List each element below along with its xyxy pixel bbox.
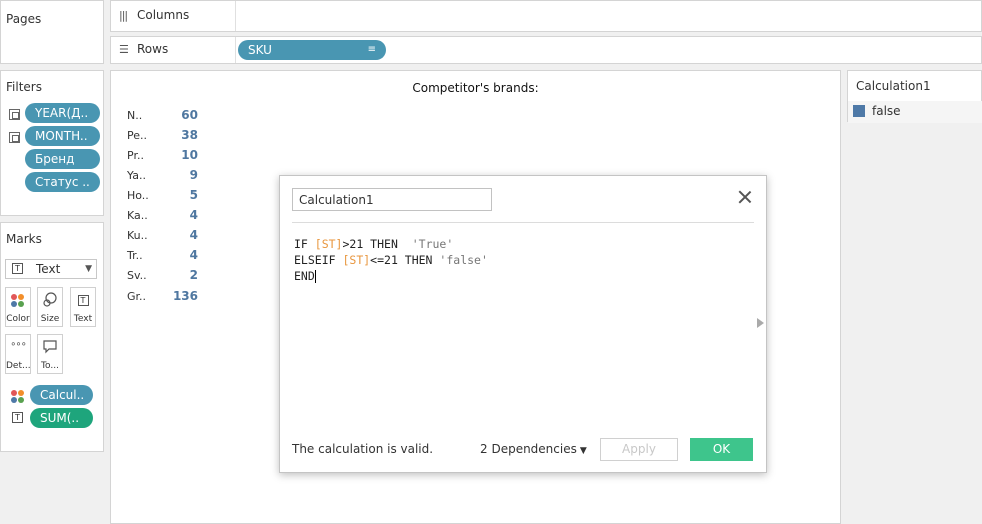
dependencies-dropdown[interactable]: 2 Dependencies ▼ bbox=[480, 442, 587, 456]
rows-shelf-label: ☰ Rows bbox=[119, 42, 169, 56]
row-value[interactable]: 4 bbox=[158, 248, 198, 262]
sort-icon: ≡ bbox=[367, 44, 376, 55]
row-value[interactable]: 10 bbox=[158, 148, 198, 162]
row-value[interactable]: 2 bbox=[158, 268, 198, 282]
color-button[interactable]: Color bbox=[5, 287, 31, 327]
calculation-dialog: IF [ST]>21 THEN 'True' ELSEIF [ST]<=21 T… bbox=[279, 175, 767, 473]
row-header[interactable]: Pe.. bbox=[127, 129, 147, 142]
row-value[interactable]: 136 bbox=[158, 289, 198, 303]
text-mark-icon: T bbox=[12, 412, 23, 423]
ok-button[interactable]: OK bbox=[690, 438, 753, 461]
tooltip-button[interactable]: To... bbox=[37, 334, 63, 374]
view-title: Competitor's brands: bbox=[412, 81, 539, 95]
row-value[interactable]: 4 bbox=[158, 208, 198, 222]
filters-title: Filters bbox=[6, 80, 42, 94]
legend-swatch bbox=[853, 105, 865, 117]
color-legend: Calculation1 false bbox=[847, 70, 982, 123]
filter-pill-brand[interactable]: Бренд bbox=[25, 149, 100, 169]
filter-calendar-icon bbox=[9, 132, 20, 143]
row-header[interactable]: Tr.. bbox=[127, 249, 143, 262]
rows-icon: ☰ bbox=[119, 43, 129, 56]
marks-pill-sum[interactable]: SUM(.. bbox=[30, 408, 93, 428]
marks-title: Marks bbox=[6, 232, 42, 246]
row-header[interactable]: Ho.. bbox=[127, 189, 149, 202]
rows-shelf[interactable]: ☰ Rows SKU ≡ bbox=[110, 36, 982, 64]
rows-pill-sku[interactable]: SKU ≡ bbox=[238, 40, 386, 60]
row-header[interactable]: Ya.. bbox=[127, 169, 146, 182]
shelf-divider bbox=[235, 1, 236, 31]
filters-panel: Filters YEAR(Д.. MONTH.. Бренд Статус .. bbox=[0, 70, 104, 216]
left-filler bbox=[0, 458, 104, 524]
text-icon: T bbox=[71, 292, 95, 310]
color-icon bbox=[6, 292, 30, 310]
pages-title: Pages bbox=[6, 12, 42, 26]
right-filler bbox=[847, 128, 982, 524]
tooltip-icon bbox=[38, 339, 62, 357]
dialog-separator bbox=[292, 222, 754, 223]
size-button-label: Size bbox=[40, 314, 60, 324]
mark-type-label: Text bbox=[36, 262, 61, 276]
filter-pill-status[interactable]: Статус .. bbox=[25, 172, 100, 192]
columns-icon: ||| bbox=[119, 9, 128, 22]
mark-type-dropdown[interactable]: T Text ▼ bbox=[5, 259, 97, 279]
row-header[interactable]: N.. bbox=[127, 109, 142, 122]
size-button[interactable]: Size bbox=[37, 287, 63, 327]
filter-pill-month[interactable]: MONTH.. bbox=[25, 126, 100, 146]
chevron-down-icon: ▼ bbox=[579, 446, 587, 456]
filter-calendar-icon bbox=[9, 109, 20, 120]
text-button-label: Text bbox=[73, 314, 93, 324]
calculation-name-input[interactable] bbox=[292, 188, 492, 211]
columns-shelf[interactable]: ||| Columns bbox=[110, 0, 982, 32]
apply-button[interactable]: Apply bbox=[600, 438, 678, 461]
formula-editor[interactable]: IF [ST]>21 THEN 'True' ELSEIF [ST]<=21 T… bbox=[294, 236, 488, 284]
row-value[interactable]: 38 bbox=[158, 128, 198, 142]
legend-title: Calculation1 bbox=[856, 79, 931, 93]
columns-shelf-label: ||| Columns bbox=[119, 8, 190, 22]
row-value[interactable]: 4 bbox=[158, 228, 198, 242]
shelf-divider bbox=[235, 37, 236, 63]
marks-pill-calculation[interactable]: Calcul.. bbox=[30, 385, 93, 405]
row-value[interactable]: 9 bbox=[158, 168, 198, 182]
row-value[interactable]: 60 bbox=[158, 108, 198, 122]
detail-button-label: Det... bbox=[6, 361, 30, 371]
expand-arrow-icon[interactable] bbox=[757, 318, 764, 328]
rows-pill-label: SKU bbox=[248, 43, 272, 57]
calculation-status: The calculation is valid. bbox=[292, 442, 434, 456]
row-header[interactable]: Pr.. bbox=[127, 149, 144, 162]
row-header[interactable]: Ku.. bbox=[127, 229, 148, 242]
text-button[interactable]: T Text bbox=[70, 287, 96, 327]
row-header[interactable]: Gr.. bbox=[127, 290, 146, 303]
row-value[interactable]: 5 bbox=[158, 188, 198, 202]
legend-item-false[interactable]: false bbox=[848, 101, 982, 123]
text-mark-icon: T bbox=[12, 263, 23, 274]
size-icon bbox=[38, 292, 62, 310]
chevron-down-icon: ▼ bbox=[85, 264, 92, 274]
row-header[interactable]: Sv.. bbox=[127, 269, 147, 282]
row-header[interactable]: Ka.. bbox=[127, 209, 148, 222]
detail-icon: ∘∘∘ bbox=[10, 339, 27, 350]
color-dots-icon bbox=[11, 390, 25, 404]
tooltip-button-label: To... bbox=[41, 361, 59, 371]
close-icon[interactable] bbox=[738, 190, 752, 204]
filter-pill-year[interactable]: YEAR(Д.. bbox=[25, 103, 100, 123]
detail-button[interactable]: ∘∘∘ Det... bbox=[5, 334, 31, 374]
legend-item-label: false bbox=[872, 104, 901, 118]
color-button-label: Color bbox=[6, 314, 30, 324]
pages-panel: Pages bbox=[0, 0, 104, 64]
text-caret bbox=[314, 270, 316, 283]
